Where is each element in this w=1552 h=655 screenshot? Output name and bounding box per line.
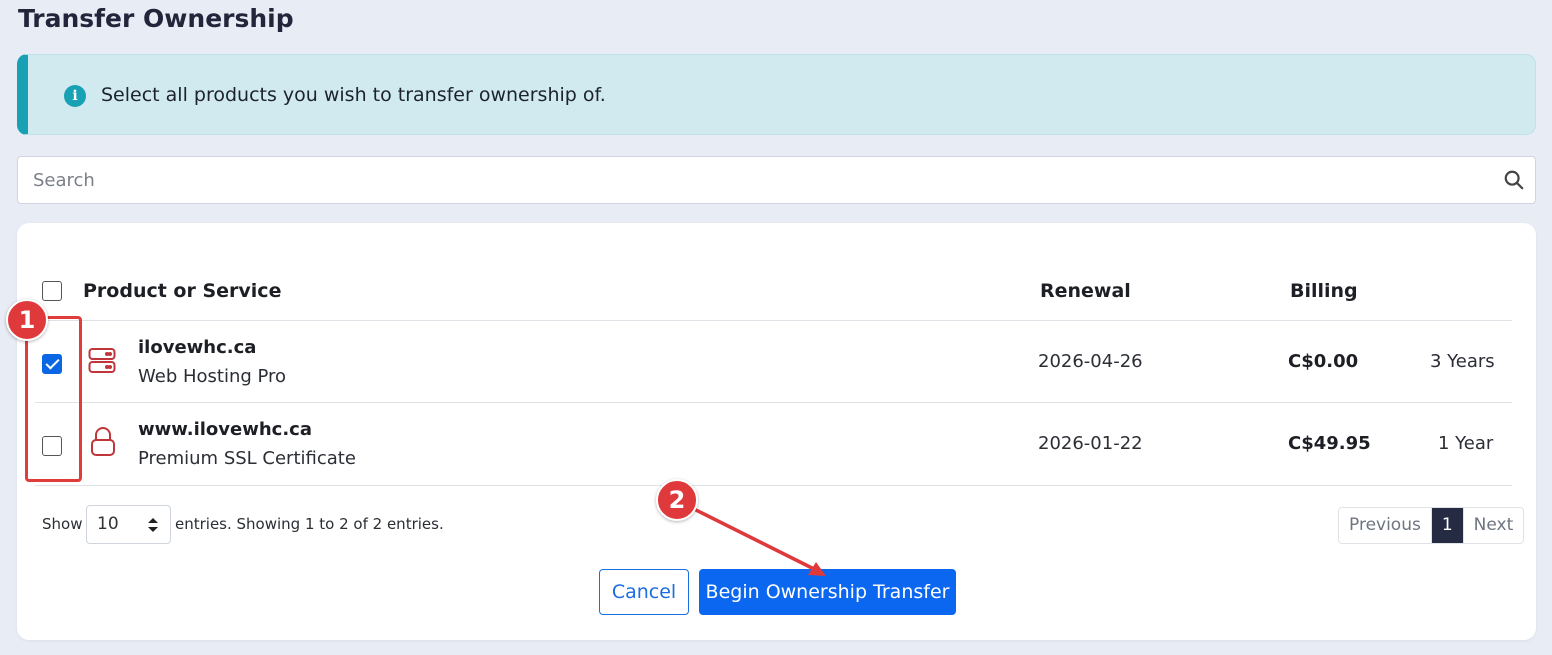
server-icon — [88, 348, 116, 373]
info-icon: i — [64, 85, 86, 107]
entries-info: entries. Showing 1 to 2 of 2 entries. — [175, 515, 444, 533]
row-divider — [35, 485, 1512, 486]
product-type: Web Hosting Pro — [138, 366, 287, 387]
select-all-checkbox[interactable] — [42, 281, 62, 301]
search-bar — [17, 156, 1536, 204]
annotation-badge-2: 2 — [656, 479, 698, 521]
product-name: www.ilovewhc.ca — [138, 419, 312, 440]
search-input[interactable] — [18, 157, 1488, 203]
billing-price: C$0.00 — [1288, 351, 1359, 372]
select-arrows-icon — [148, 518, 158, 532]
header-billing: Billing — [1290, 280, 1358, 302]
product-type: Premium SSL Certificate — [138, 448, 356, 469]
info-alert: i Select all products you wish to transf… — [17, 54, 1536, 135]
page-size-value: 10 — [97, 514, 119, 534]
lock-icon — [91, 427, 115, 456]
page-1-button[interactable]: 1 — [1430, 508, 1463, 543]
next-button[interactable]: Next — [1462, 508, 1524, 543]
previous-button[interactable]: Previous — [1339, 508, 1431, 543]
annotation-highlight — [25, 316, 82, 482]
search-icon[interactable] — [1503, 169, 1525, 191]
alert-text: Select all products you wish to transfer… — [101, 84, 606, 106]
billing-cycle: 3 Years — [1430, 351, 1495, 372]
annotation-badge-1: 1 — [6, 299, 48, 341]
product-name: ilovewhc.ca — [138, 337, 257, 358]
renewal-date: 2026-01-22 — [1038, 433, 1143, 454]
show-label: Show — [42, 515, 83, 533]
page-title: Transfer Ownership — [18, 4, 294, 33]
billing-price: C$49.95 — [1288, 433, 1371, 454]
page-size-select[interactable]: 10 — [86, 505, 171, 544]
pagination: Previous 1 Next — [1338, 507, 1525, 544]
row-divider — [35, 402, 1512, 403]
cancel-button[interactable]: Cancel — [599, 569, 689, 615]
header-product: Product or Service — [83, 280, 282, 302]
renewal-date: 2026-04-26 — [1038, 351, 1143, 372]
annotation-arrow — [692, 507, 826, 576]
header-renewal: Renewal — [1040, 280, 1131, 302]
header-divider — [35, 320, 1512, 321]
billing-cycle: 1 Year — [1438, 433, 1494, 454]
